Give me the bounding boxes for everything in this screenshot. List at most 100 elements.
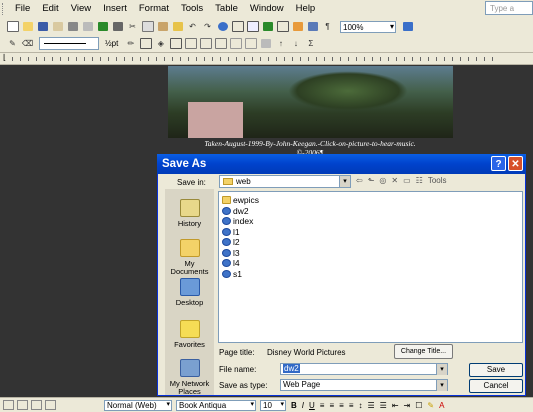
print-preview-icon[interactable] [81, 21, 94, 32]
menu-edit[interactable]: Edit [36, 0, 64, 18]
menu-window[interactable]: Window [244, 0, 290, 18]
align-left-icon[interactable]: ≡ [320, 401, 325, 410]
file-name-field[interactable]: dw2 ▾ [280, 363, 448, 375]
italic-icon[interactable]: I [302, 401, 304, 410]
paste-icon[interactable] [156, 21, 169, 32]
font-size-combo[interactable]: 10 [260, 399, 286, 411]
help-icon[interactable] [401, 21, 414, 32]
chevron-down-icon[interactable]: ▾ [436, 380, 447, 391]
list-item[interactable]: l1 [222, 227, 522, 238]
document-photo[interactable] [168, 66, 453, 138]
line-style-combo[interactable] [39, 37, 99, 50]
list-item[interactable]: l4 [222, 258, 522, 269]
align-right-icon[interactable]: ≡ [339, 401, 344, 410]
chevron-down-icon[interactable]: ▾ [436, 364, 447, 375]
font-color-icon[interactable]: A [439, 401, 444, 410]
decrease-indent-icon[interactable]: ⇤ [392, 401, 399, 410]
tables-borders-icon[interactable] [231, 21, 244, 32]
search-web-icon[interactable]: ◎ [379, 176, 386, 185]
zoom-combo[interactable]: 100% [340, 20, 396, 33]
split-cells-icon[interactable] [199, 38, 212, 49]
bullets-icon[interactable]: ☰ [380, 401, 387, 410]
copy-icon[interactable] [141, 21, 154, 32]
hyperlink-icon[interactable] [216, 21, 229, 32]
new-icon[interactable] [6, 21, 19, 32]
cancel-button[interactable]: Cancel [469, 379, 523, 393]
line-spacing-icon[interactable]: ↕ [358, 401, 362, 410]
email-icon[interactable] [51, 21, 64, 32]
insert-excel-icon[interactable] [261, 21, 274, 32]
distribute-columns-icon[interactable] [244, 38, 257, 49]
file-list[interactable]: ewpics dw2 index l1 l2 l3 l4 s1 [218, 191, 523, 343]
autosum-icon[interactable]: Σ [304, 38, 317, 49]
menu-table[interactable]: Table [209, 0, 244, 18]
style-combo[interactable]: Normal (Web) [104, 399, 172, 411]
print-icon[interactable] [66, 21, 79, 32]
delete-icon[interactable]: ✕ [391, 176, 398, 185]
line-weight-combo[interactable]: ½pt [105, 39, 118, 48]
menu-file[interactable]: File [7, 0, 36, 18]
new-folder-icon[interactable]: ▭ [403, 176, 411, 185]
document-map-icon[interactable] [306, 21, 319, 32]
dialog-close-button[interactable]: ✕ [508, 156, 523, 171]
menu-insert[interactable]: Insert [97, 0, 133, 18]
up-folder-icon[interactable]: ⬑ [368, 176, 375, 185]
insert-table2-icon[interactable] [169, 38, 182, 49]
spelling-icon[interactable] [96, 21, 109, 32]
save-as-type-combo[interactable]: Web Page ▾ [280, 379, 448, 391]
list-item[interactable]: l3 [222, 248, 522, 259]
draw-table-icon[interactable]: ✎ [6, 38, 19, 49]
tools-menu[interactable]: Tools [428, 176, 447, 185]
bold-icon[interactable]: B [291, 401, 297, 410]
views-icon[interactable]: ☷ [416, 176, 423, 185]
save-button[interactable]: Save [469, 363, 523, 377]
highlight-icon[interactable]: ✎ [427, 401, 434, 410]
menu-tools[interactable]: Tools [175, 0, 209, 18]
borders-icon[interactable] [139, 38, 152, 49]
normal-view-icon[interactable] [3, 400, 14, 410]
list-item[interactable]: l2 [222, 237, 522, 248]
drawing-icon[interactable] [291, 21, 304, 32]
outline-view-icon[interactable] [45, 400, 56, 410]
place-history[interactable]: History [165, 199, 214, 228]
font-combo[interactable]: Book Antiqua [176, 399, 256, 411]
undo-icon[interactable]: ↶ [186, 21, 199, 32]
research-icon[interactable] [111, 21, 124, 32]
sort-ascending-icon[interactable]: ↑ [274, 38, 287, 49]
list-item[interactable]: s1 [222, 269, 522, 280]
place-favorites[interactable]: Favorites [165, 320, 214, 349]
insert-table-icon[interactable] [246, 21, 259, 32]
print-layout-icon[interactable] [31, 400, 42, 410]
menu-view[interactable]: View [65, 0, 97, 18]
columns-icon[interactable] [276, 21, 289, 32]
save-in-combo[interactable]: web ▾ [219, 175, 351, 188]
eraser-icon[interactable]: ⌫ [21, 38, 34, 49]
format-painter-icon[interactable] [171, 21, 184, 32]
align-cell-icon[interactable] [214, 38, 227, 49]
table-autoformat-icon[interactable] [259, 38, 272, 49]
open-icon[interactable] [21, 21, 34, 32]
cut-icon[interactable]: ✂ [126, 21, 139, 32]
distribute-rows-icon[interactable] [229, 38, 242, 49]
justify-icon[interactable]: ≡ [349, 401, 354, 410]
outside-border-icon[interactable]: ☐ [415, 401, 422, 410]
place-my-documents[interactable]: My Documents [165, 239, 214, 276]
save-icon[interactable] [36, 21, 49, 32]
redo-icon[interactable]: ↷ [201, 21, 214, 32]
show-hide-icon[interactable]: ¶ [321, 21, 334, 32]
menu-help[interactable]: Help [290, 0, 322, 18]
sort-descending-icon[interactable]: ↓ [289, 38, 302, 49]
numbering-icon[interactable]: ☰ [367, 401, 374, 410]
back-icon[interactable]: ⇦ [356, 176, 363, 185]
web-layout-icon[interactable] [17, 400, 28, 410]
change-title-button[interactable]: Change Title... [394, 344, 453, 359]
dialog-help-button[interactable]: ? [491, 156, 506, 171]
list-item[interactable]: index [222, 216, 522, 227]
increase-indent-icon[interactable]: ⇥ [404, 401, 411, 410]
place-desktop[interactable]: Desktop [165, 278, 214, 307]
list-item[interactable]: ewpics [222, 195, 522, 206]
tab-selector-icon[interactable]: ⌊ [3, 53, 6, 62]
shading-icon[interactable]: ◈ [154, 38, 167, 49]
merge-cells-icon[interactable] [184, 38, 197, 49]
chevron-down-icon[interactable]: ▾ [339, 176, 350, 187]
